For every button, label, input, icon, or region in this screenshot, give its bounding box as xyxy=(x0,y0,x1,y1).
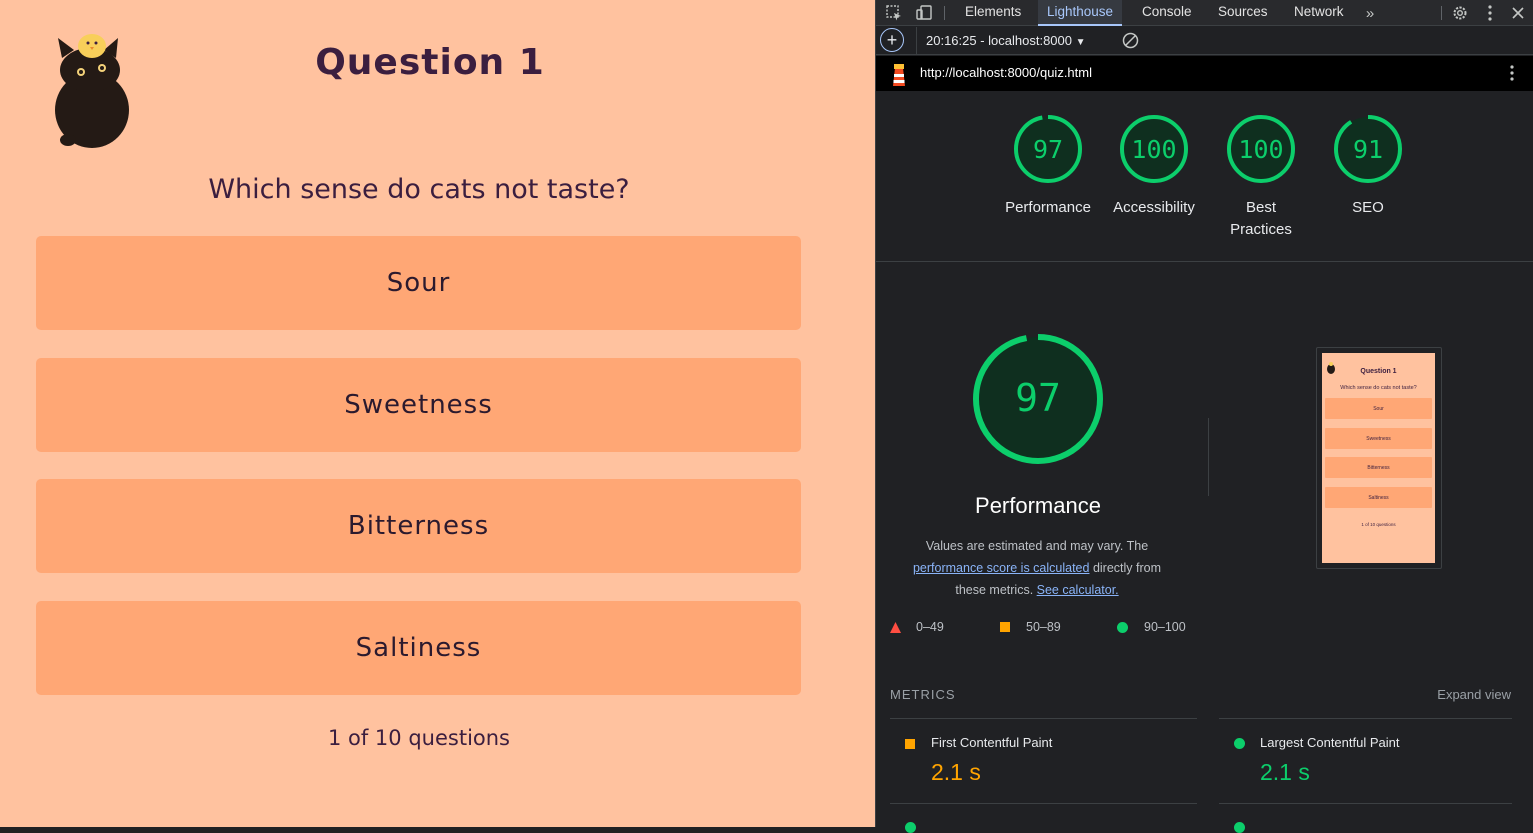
desc-text-3: these metrics. xyxy=(955,583,1037,597)
kebab-menu-icon[interactable] xyxy=(1480,3,1500,23)
thumbnail-title: Question 1 xyxy=(1360,368,1397,375)
vertical-divider xyxy=(1208,418,1209,496)
pass-circle-icon xyxy=(1234,822,1245,833)
question-title: Question 1 xyxy=(315,42,545,83)
device-toolbar-icon[interactable] xyxy=(914,3,934,23)
metric-divider xyxy=(890,718,1197,719)
toolbar-divider xyxy=(944,6,945,20)
inspect-element-icon[interactable] xyxy=(884,3,904,23)
metric-divider xyxy=(1219,803,1512,804)
score-gauge-best-practices[interactable]: 100 xyxy=(1225,113,1297,185)
thumbnail-count: 1 of 10 questions xyxy=(1361,522,1396,527)
report-menu-icon[interactable] xyxy=(1510,65,1514,86)
score-value: 97 xyxy=(1033,135,1063,164)
devtools-panel: Elements Lighthouse Console Sources Netw… xyxy=(875,0,1533,833)
performance-heading: Performance xyxy=(975,493,1101,518)
legend-fail: 0–49 xyxy=(890,620,944,634)
quiz-page: Question 1 Which sense do cats not taste… xyxy=(0,0,875,827)
score-gauge-performance[interactable]: 97 xyxy=(1012,113,1084,185)
question-text: Which sense do cats not taste? xyxy=(208,174,630,205)
lighthouse-toolbar: + 20:16:25 - localhost:8000 ▼ xyxy=(876,27,1533,55)
metric-lcp-value: 2.1 s xyxy=(1260,759,1310,785)
lighthouse-logo-icon xyxy=(893,64,905,86)
report-selector[interactable]: 20:16:25 - localhost:8000 ▼ xyxy=(926,33,1086,48)
performance-description: Values are estimated and may vary. The p… xyxy=(891,535,1183,601)
desc-text-1: Values are estimated and may vary. The xyxy=(925,539,1149,553)
settings-gear-icon[interactable] xyxy=(1450,3,1470,23)
tab-console[interactable]: Console xyxy=(1133,0,1201,26)
metric-fcp-name: First Contentful Paint xyxy=(931,735,1053,750)
tab-sources[interactable]: Sources xyxy=(1209,0,1277,26)
thumbnail-answer: Sweetness xyxy=(1325,428,1432,449)
score-value: 100 xyxy=(1238,135,1283,164)
score-label-accessibility: Accessibility xyxy=(1113,199,1195,216)
score-calculated-link[interactable]: performance score is calculated xyxy=(913,561,1089,575)
dropdown-caret-icon: ▼ xyxy=(1075,37,1086,48)
answer-button-bitterness[interactable]: Bitterness xyxy=(36,479,801,573)
section-divider xyxy=(876,261,1533,262)
performance-big-score: 97 xyxy=(1015,376,1061,420)
score-gauge-seo[interactable]: 91 xyxy=(1332,113,1404,185)
report-selector-label: 20:16:25 - localhost:8000 xyxy=(926,33,1072,48)
report-url-bar: http://localhost:8000/quiz.html xyxy=(876,56,1533,91)
fail-triangle-icon xyxy=(890,621,901,633)
thumbnail-page: Question 1 Which sense do cats not taste… xyxy=(1322,353,1435,563)
pass-circle-icon xyxy=(905,822,916,833)
expand-view-toggle[interactable]: Expand view xyxy=(1437,687,1511,702)
thumbnail-question: Which sense do cats not taste? xyxy=(1340,385,1417,391)
average-square-icon xyxy=(905,739,915,749)
score-label-seo: SEO xyxy=(1352,199,1384,216)
desc-text-2: directly from xyxy=(1089,561,1162,575)
score-gauge-accessibility[interactable]: 100 xyxy=(1118,113,1190,185)
report-url[interactable]: http://localhost:8000/quiz.html xyxy=(920,65,1092,80)
legend-average-label: 50–89 xyxy=(1026,620,1061,634)
legend-pass-label: 90–100 xyxy=(1144,620,1186,634)
thumbnail-answer: Bitterness xyxy=(1325,457,1432,478)
answer-button-saltiness[interactable]: Saltiness xyxy=(36,601,801,695)
toolbar-divider xyxy=(1441,6,1442,20)
metric-lcp-name: Largest Contentful Paint xyxy=(1260,735,1400,750)
legend-pass: 90–100 xyxy=(1117,620,1186,634)
see-calculator-link[interactable]: See calculator. xyxy=(1037,583,1119,597)
thumbnail-answer: Saltiness xyxy=(1325,487,1432,508)
devtools-tabbar: Elements Lighthouse Console Sources Netw… xyxy=(876,0,1533,26)
average-square-icon xyxy=(1000,622,1010,632)
tab-network[interactable]: Network xyxy=(1285,0,1353,26)
answer-button-sour[interactable]: Sour xyxy=(36,236,801,330)
pass-circle-icon xyxy=(1234,738,1245,749)
tab-elements[interactable]: Elements xyxy=(956,0,1030,26)
score-label-performance: Performance xyxy=(1005,199,1091,216)
close-devtools-icon[interactable] xyxy=(1508,3,1528,23)
legend-average: 50–89 xyxy=(1000,620,1061,634)
thumbnail-answer: Sour xyxy=(1325,398,1432,419)
metric-fcp-value: 2.1 s xyxy=(931,759,981,785)
toolbar-divider xyxy=(916,27,917,54)
final-screenshot-thumbnail[interactable]: Question 1 Which sense do cats not taste… xyxy=(1316,347,1442,569)
metric-divider xyxy=(890,803,1197,804)
score-label-best-practices: Best Practices xyxy=(1230,199,1292,238)
metrics-heading: METRICS xyxy=(890,687,956,702)
clear-reports-icon[interactable] xyxy=(1122,32,1139,49)
answer-button-sweetness[interactable]: Sweetness xyxy=(36,358,801,452)
metric-divider xyxy=(1219,718,1512,719)
question-counter: 1 of 10 questions xyxy=(327,726,511,750)
legend-fail-label: 0–49 xyxy=(916,620,944,634)
pass-circle-icon xyxy=(1117,621,1128,633)
more-tabs-chevron-icon[interactable]: » xyxy=(1360,3,1380,23)
tab-lighthouse[interactable]: Lighthouse xyxy=(1038,0,1123,26)
score-value: 100 xyxy=(1131,135,1176,164)
score-value: 91 xyxy=(1353,135,1383,164)
new-report-plus-icon[interactable]: + xyxy=(880,28,904,52)
performance-big-gauge: 97 xyxy=(973,334,1103,464)
